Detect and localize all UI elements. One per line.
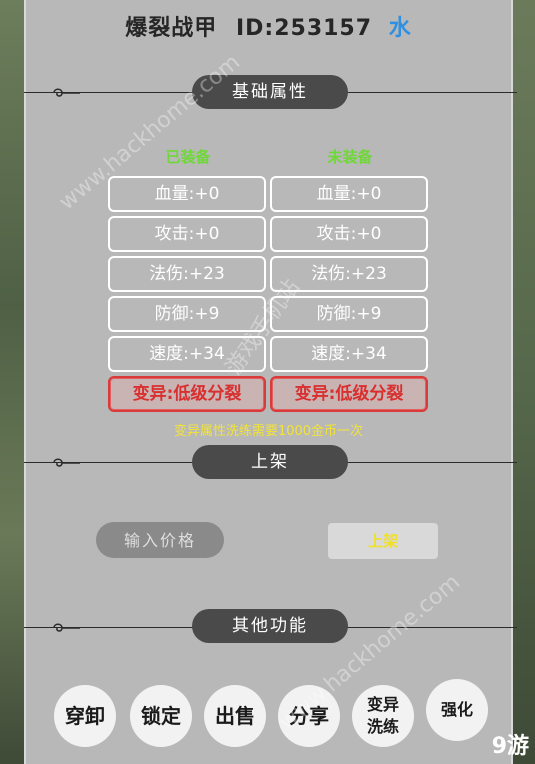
item-detail-panel: 爆裂战甲 ID:253157 水 基础属性 已装备 未装备 血量:+0 血量:+… <box>24 0 517 764</box>
column-header-unequipped: 未装备 <box>327 148 373 166</box>
section-header-attributes: 基础属性 <box>192 75 348 109</box>
stat-row-mutation: 变异:低级分裂 变异:低级分裂 <box>108 376 458 412</box>
stat-attack-unequipped: 攻击:+0 <box>270 216 428 252</box>
mutation-cost-note: 变异属性洗练需要1000金币一次 <box>173 424 364 439</box>
stat-row-defense: 防御:+9 防御:+9 <box>108 296 458 332</box>
mutate-reroll-label: 变异洗练 <box>366 695 399 736</box>
stat-hp-equipped: 血量:+0 <box>108 176 266 212</box>
stat-speed-equipped: 速度:+34 <box>108 336 266 372</box>
stat-speed-unequipped: 速度:+34 <box>270 336 428 372</box>
stat-mutation-equipped: 变异:低级分裂 <box>108 376 266 412</box>
swirl-ornament-icon <box>52 621 82 635</box>
wear-unequip-button[interactable]: 穿卸 <box>54 685 116 747</box>
item-name: 爆裂战甲 <box>125 16 218 41</box>
stat-defense-unequipped: 防御:+9 <box>270 296 428 332</box>
stat-mutation-unequipped: 变异:低级分裂 <box>270 376 428 412</box>
nine-game-logo: 9游 <box>491 734 529 759</box>
section-header-other: 其他功能 <box>192 609 348 643</box>
item-id: ID:253157 <box>235 16 373 41</box>
background-left <box>0 0 24 764</box>
column-header-equipped: 已装备 <box>165 148 211 166</box>
stat-magic-equipped: 法伤:+23 <box>108 256 266 292</box>
swirl-ornament-icon <box>52 86 82 100</box>
stat-row-hp: 血量:+0 血量:+0 <box>108 176 458 212</box>
stat-row-attack: 攻击:+0 攻击:+0 <box>108 216 458 252</box>
stat-comparison-grid: 血量:+0 血量:+0 攻击:+0 攻击:+0 法伤:+23 法伤:+23 防御… <box>108 176 458 416</box>
stat-row-speed: 速度:+34 速度:+34 <box>108 336 458 372</box>
stat-attack-equipped: 攻击:+0 <box>108 216 266 252</box>
section-header-listing: 上架 <box>192 445 348 479</box>
stat-row-magic: 法伤:+23 法伤:+23 <box>108 256 458 292</box>
lock-button[interactable]: 锁定 <box>130 685 192 747</box>
mutate-reroll-button[interactable]: 变异洗练 <box>352 685 414 747</box>
list-for-sale-button[interactable]: 上架 <box>328 523 438 559</box>
price-input[interactable] <box>96 522 224 558</box>
sell-button[interactable]: 出售 <box>204 685 266 747</box>
stat-magic-unequipped: 法伤:+23 <box>270 256 428 292</box>
share-button[interactable]: 分享 <box>278 685 340 747</box>
swirl-ornament-icon <box>52 456 82 470</box>
stat-defense-equipped: 防御:+9 <box>108 296 266 332</box>
background-right <box>513 0 535 764</box>
element-tag: 水 <box>388 16 412 41</box>
stat-hp-unequipped: 血量:+0 <box>270 176 428 212</box>
item-title: 爆裂战甲 ID:253157 水 <box>26 10 511 42</box>
